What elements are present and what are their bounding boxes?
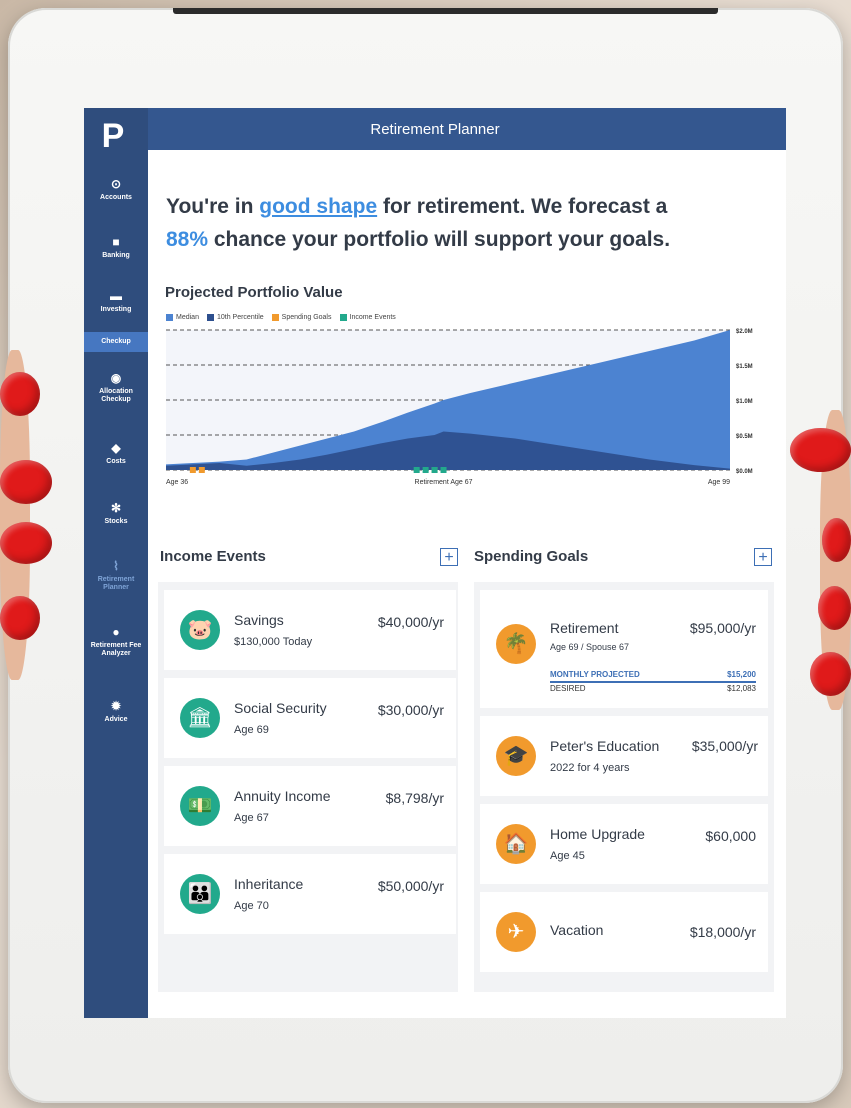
goal-card-home-upgrade[interactable]: 🏠 Home Upgrade Age 45 $60,000 (480, 804, 768, 884)
goal-card-education[interactable]: 🎓 Peter's Education 2022 for 4 years $35… (480, 716, 768, 796)
sidebar-item-costs[interactable]: ◆ Costs (84, 442, 148, 466)
right-finger-3 (818, 586, 851, 630)
tablet-top-edge (173, 8, 718, 14)
y-tick-label: $0.5M (736, 434, 753, 440)
left-finger-4 (0, 596, 40, 640)
left-finger-3 (0, 522, 52, 564)
legend-income: Income Events (339, 314, 396, 321)
sidebar: P ⊙ Accounts ■ Banking ▬ Investing Check… (84, 108, 148, 1018)
income-event-marker (440, 467, 447, 473)
status-link[interactable]: good shape (259, 195, 377, 218)
sidebar-item-banking[interactable]: ■ Banking (84, 236, 148, 260)
left-finger-2 (0, 460, 52, 504)
dollar-icon: ⊙ (110, 177, 122, 191)
spending-goal-marker (189, 467, 196, 473)
income-card-savings[interactable]: 🐷 Savings $130,000 Today $40,000/yr (164, 590, 456, 670)
piggy-bank-icon: 🐷 (180, 610, 220, 650)
legend-median: Median (166, 314, 199, 321)
target-icon: ◉ (110, 371, 122, 385)
app-title-bar: Retirement Planner (84, 108, 786, 150)
right-finger-1 (790, 428, 851, 472)
sidebar-item-checkup[interactable]: Checkup (84, 332, 148, 352)
sidebar-item-retirement-planner[interactable]: ⌇ Retirement Planner (84, 560, 148, 592)
sidebar-item-investing[interactable]: ▬ Investing (84, 290, 148, 314)
wallet-icon: ■ (112, 235, 120, 249)
portfolio-chart: $0.0M $0.5M $1.0M $1.5M $2.0M Age 36 Retiremen… (166, 329, 753, 486)
spending-goals-title: Spending Goals (474, 548, 589, 565)
airplane-icon: ✈ (496, 912, 536, 952)
palm-icon: ⌇ (113, 559, 119, 573)
folder-icon: ▬ (110, 289, 122, 303)
forecast-headline: You're in good shape for retirement. We … (166, 195, 671, 251)
sidebar-item-advice[interactable]: ✹ Advice (84, 700, 148, 724)
chart-legend: Median 10th Percentile Spending Goals In… (166, 314, 396, 321)
y-tick-label: $1.0M (736, 399, 753, 405)
desired-value: $12,083 (727, 684, 756, 693)
cash-icon: 💵 (180, 786, 220, 826)
graduation-cap-icon: 🎓 (496, 736, 536, 776)
palm-tree-icon: 🌴 (496, 624, 536, 664)
family-icon: 👪 (180, 874, 220, 914)
monthly-projected-label: MONTHLY PROJECTED (550, 670, 640, 679)
sun-icon: ✹ (110, 699, 122, 713)
sidebar-item-fee-analyzer[interactable]: ● Retirement Fee Analyzer (84, 626, 148, 658)
legend-10th: 10th Percentile (206, 314, 264, 321)
income-event-marker (413, 467, 420, 473)
add-income-button[interactable]: + (440, 548, 458, 566)
income-event-marker (431, 467, 438, 473)
app-title: Retirement Planner (370, 120, 500, 138)
spending-goal-marker (198, 467, 205, 473)
success-percent: 88% (166, 228, 209, 251)
add-spending-goal-button[interactable]: + (754, 548, 772, 566)
y-tick-label: $1.5M (736, 364, 753, 370)
y-tick-label: $0.0M (736, 469, 753, 475)
right-finger-2 (822, 518, 851, 562)
income-event-marker (422, 467, 429, 473)
sidebar-item-allocation-checkup[interactable]: ◉ Allocation Checkup (84, 372, 148, 404)
piggy-icon: ● (112, 625, 120, 639)
tag-icon: ◆ (111, 441, 121, 455)
app-screen: Retirement Planner P ⊙ Accounts ■ Bankin… (84, 108, 786, 1018)
desired-label: DESIRED (550, 684, 586, 693)
x-tick-label: Retirement Age 67 (415, 479, 473, 486)
x-tick-label: Age 36 (166, 479, 188, 486)
right-finger-4 (810, 652, 851, 696)
x-tick-label: Age 99 (708, 479, 730, 486)
income-card-social-security[interactable]: 🏛 Social Security Age 69 $30,000/yr (164, 678, 456, 758)
left-finger-1 (0, 372, 40, 416)
income-events-title: Income Events (160, 548, 266, 565)
monthly-projected-bar (550, 681, 756, 683)
sidebar-item-accounts[interactable]: ⊙ Accounts (84, 178, 148, 202)
legend-spending: Spending Goals (271, 314, 332, 321)
gear-icon: ✻ (110, 501, 122, 515)
bank-icon: 🏛 (180, 698, 220, 738)
goal-card-vacation[interactable]: ✈ Vacation $18,000/yr (480, 892, 768, 972)
income-card-inheritance[interactable]: 👪 Inheritance Age 70 $50,000/yr (164, 854, 456, 934)
goal-card-retirement[interactable]: 🌴 Retirement Age 69 / Spouse 67 $95,000/… (480, 590, 768, 708)
sidebar-item-stocks[interactable]: ✻ Stocks (84, 502, 148, 526)
app-logo[interactable]: P (98, 118, 128, 154)
y-tick-label: $2.0M (736, 329, 753, 335)
house-icon: 🏠 (496, 824, 536, 864)
main-content: You're in good shape for retirement. We … (148, 150, 786, 1018)
monthly-projected-value: $15,200 (727, 670, 756, 679)
chart-title: Projected Portfolio Value (165, 284, 343, 301)
income-card-annuity[interactable]: 💵 Annuity Income Age 67 $8,798/yr (164, 766, 456, 846)
